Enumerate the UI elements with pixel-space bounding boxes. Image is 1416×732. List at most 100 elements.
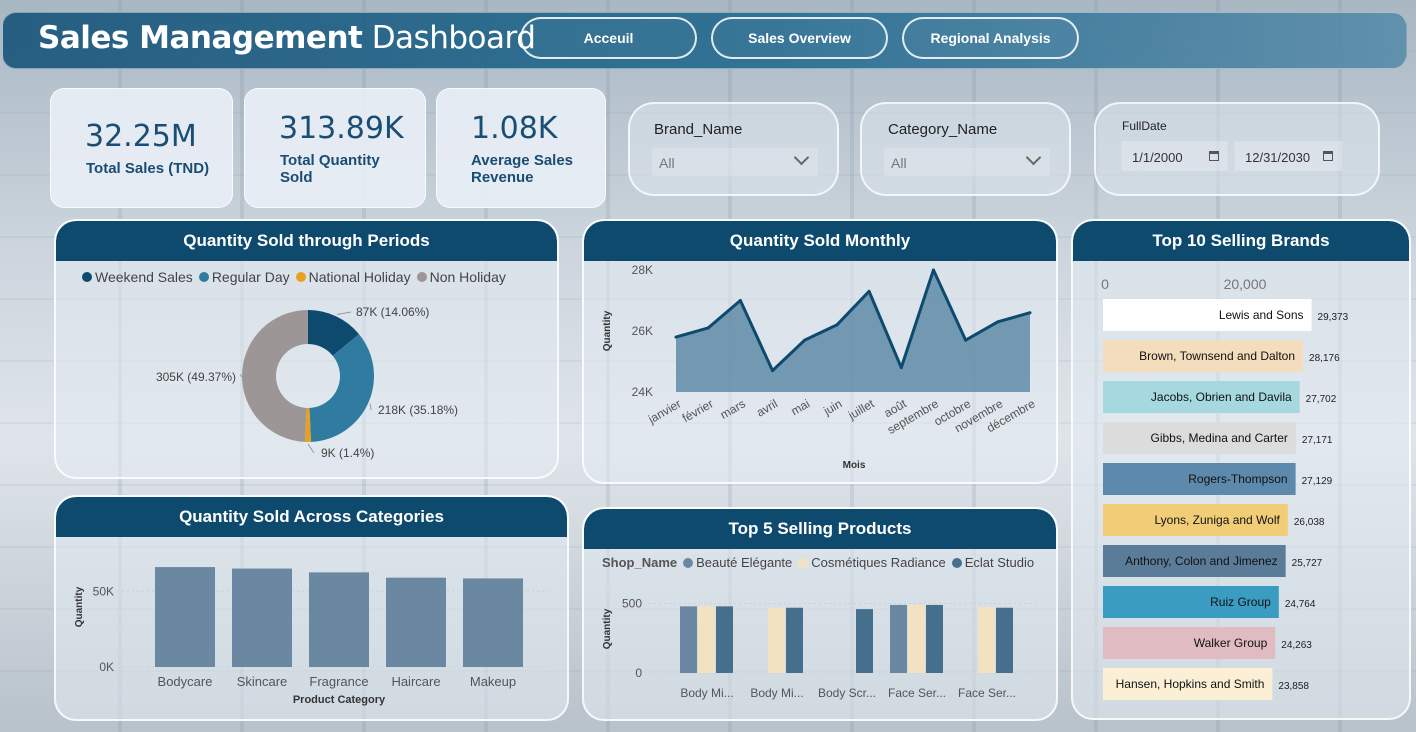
donut-leader-line	[239, 374, 243, 378]
product-bar	[856, 609, 873, 673]
y-tick-label: 500	[622, 597, 642, 611]
area-point	[835, 323, 839, 327]
kpi-label: Average Sales Revenue	[471, 152, 574, 186]
x-tick-label: Body Scr...	[818, 686, 876, 700]
category-bar	[232, 568, 292, 667]
brand-name-label: Rogers-Thompson	[1188, 472, 1287, 486]
y-tick-label: 0K	[99, 660, 114, 674]
area-point	[996, 320, 1000, 324]
category-bar-chart: 50K 0K Bodycare Skincare Fragrance Haircare Ma…	[74, 567, 548, 706]
area-point	[1028, 311, 1032, 315]
area-point	[867, 289, 871, 293]
kpi-card-average-revenue: 1.08K Average Sales Revenue	[436, 88, 606, 208]
y-tick-label: 0	[635, 666, 642, 680]
category-bar	[155, 567, 215, 667]
kpi-card-total-sales: 32.25M Total Sales (TND)	[50, 88, 233, 208]
area-point	[964, 338, 968, 342]
x-tick-label: avril	[754, 396, 780, 419]
chevron-down-icon	[1025, 149, 1042, 166]
x-tick-label: janvier	[645, 396, 683, 426]
brands-bar-chart: 0 20,000 Lewis and Sons 29,373 Brown, Townse…	[1101, 276, 1349, 700]
brand-name-label: Lewis and Sons	[1219, 308, 1304, 322]
calendar-icon[interactable]	[1209, 151, 1219, 161]
x-tick-label: Body Mi...	[680, 686, 733, 700]
product-bar	[978, 607, 995, 673]
brand-value-label: 29,373	[1318, 312, 1349, 323]
donut-slice	[241, 310, 308, 442]
category-bar	[463, 578, 523, 667]
brand-name-label: Jacobs, Obrien and Davila	[1151, 390, 1292, 404]
brand-name-label: Ruiz Group	[1210, 595, 1271, 609]
x-tick-label: Face Ser...	[958, 686, 1016, 700]
nav-button-acceuil[interactable]: Acceuil	[520, 17, 697, 59]
brand-value-label: 28,176	[1309, 353, 1340, 364]
brand-value-label: 24,263	[1281, 640, 1312, 651]
area-point	[738, 299, 742, 302]
donut-chart: 87K (14.06%) 218K (35.18%) 9K (1.4%) 305K (…	[156, 305, 458, 460]
area-point	[899, 366, 903, 370]
category-bar	[309, 572, 369, 667]
area-chart: 28K 26K 24Kjanvierfévrier mars avril mai juin j…	[602, 263, 1038, 471]
donut-leader-line	[307, 443, 315, 454]
slicer-category: Category_Name All	[860, 102, 1071, 196]
brand-value-label: 23,858	[1278, 681, 1309, 692]
y-tick-label: 26K	[632, 324, 653, 338]
donut-data-label: 218K (35.18%)	[378, 403, 458, 417]
panel-top-brands: Top 10 Selling Brands 0 20,000 Lewis and S…	[1071, 219, 1411, 720]
kpi-value: 32.25M	[85, 119, 197, 154]
x-axis-title: Product Category	[293, 694, 386, 706]
page-title: Sales Management Dashboard	[38, 20, 536, 56]
calendar-icon[interactable]	[1323, 151, 1333, 161]
category-bar	[386, 577, 446, 667]
brand-name-label: Gibbs, Medina and Carter	[1151, 431, 1288, 445]
x-tick-label: juillet	[845, 396, 877, 423]
panel-quantity-monthly: Quantity Sold Monthly 28K 26K 24K janvier fé…	[582, 219, 1058, 484]
area-fill	[676, 270, 1030, 392]
brand-value-label: 26,038	[1294, 517, 1325, 528]
kpi-label: Total Sales (TND)	[86, 160, 210, 177]
x-tick-label: 0	[1101, 276, 1109, 292]
y-axis-title: Quantity	[74, 586, 85, 627]
nav-button-regional-analysis[interactable]: Regional Analysis	[902, 17, 1079, 59]
x-tick-label: Body Mi...	[750, 686, 803, 700]
kpi-value: 313.89K	[279, 111, 404, 146]
x-tick-label: Makeup	[470, 674, 516, 689]
brand-dropdown[interactable]: All	[652, 148, 818, 176]
brand-name-label: Brown, Townsend and Dalton	[1139, 349, 1295, 363]
x-tick-label: 20,000	[1224, 276, 1267, 292]
brand-value-label: 24,764	[1285, 599, 1316, 610]
date-value: 1/1/2000	[1132, 150, 1183, 165]
kpi-value: 1.08K	[471, 111, 558, 146]
nav-button-sales-overview[interactable]: Sales Overview	[711, 17, 888, 59]
area-point	[803, 338, 807, 342]
product-bar	[996, 607, 1013, 673]
y-axis-title: Quantity	[602, 310, 613, 351]
donut-leader-line	[369, 403, 372, 411]
area-point	[674, 335, 678, 339]
x-axis-title: Mois	[843, 460, 866, 471]
end-date-input[interactable]: 12/31/2030	[1234, 141, 1342, 171]
donut-data-label: 87K (14.06%)	[356, 305, 429, 319]
x-tick-label: Haircare	[391, 674, 440, 689]
category-dropdown[interactable]: All	[884, 148, 1050, 176]
brand-name-label: Lyons, Zuniga and Wolf	[1154, 513, 1280, 527]
start-date-input[interactable]: 1/1/2000	[1121, 141, 1228, 171]
area-point	[771, 369, 775, 373]
brand-value-label: 27,702	[1306, 394, 1337, 405]
slicer-brand: Brand_Name All	[628, 102, 839, 196]
brand-value-label: 25,727	[1292, 558, 1323, 569]
area-point	[706, 326, 710, 330]
donut-leader-line	[336, 311, 352, 316]
x-tick-label: mars	[718, 396, 748, 421]
slicer-title: Brand_Name	[654, 121, 743, 138]
dropdown-value: All	[891, 155, 907, 171]
brand-name-label: Anthony, Colon and Jimenez	[1125, 554, 1278, 568]
panel-categories: Quantity Sold Across Categories 50K 0K Bod…	[54, 495, 569, 721]
chevron-down-icon	[793, 149, 810, 166]
product-bar	[768, 607, 785, 673]
brand-value-label: 27,171	[1302, 435, 1333, 446]
brand-name-label: Hansen, Hopkins and Smith	[1116, 677, 1265, 691]
slicer-title: FullDate	[1122, 119, 1167, 133]
slicer-title: Category_Name	[888, 121, 998, 138]
x-tick-label: Bodycare	[158, 674, 213, 689]
